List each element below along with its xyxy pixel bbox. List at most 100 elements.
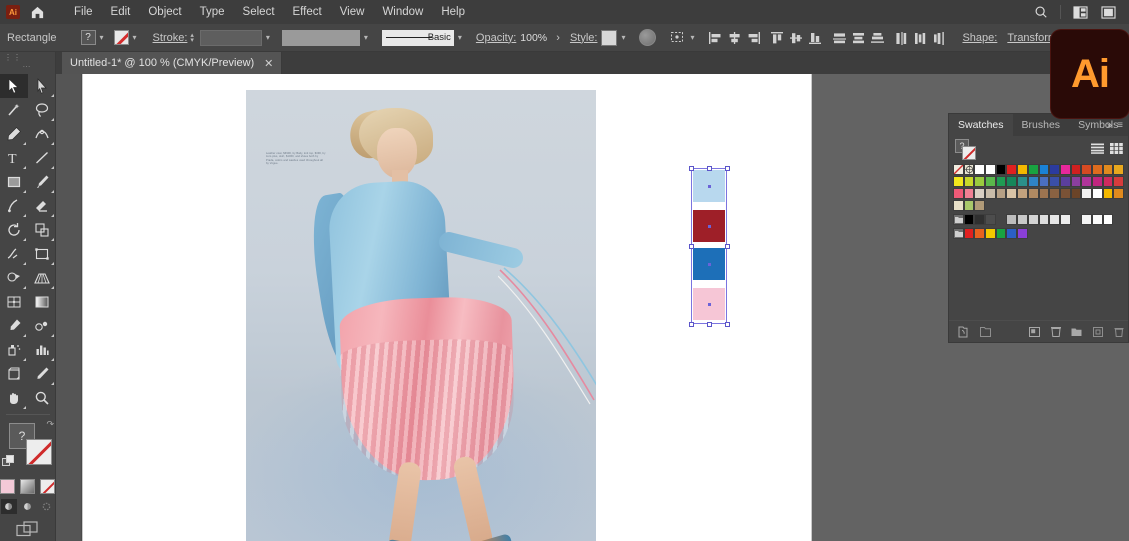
- shape-builder-tool[interactable]: [0, 266, 28, 290]
- dash-chevron-down-icon[interactable]: ▾: [360, 30, 372, 46]
- workspace-switcher-icon[interactable]: [1067, 0, 1093, 24]
- align-right-icon[interactable]: [744, 28, 762, 48]
- selection-handle-bottom-center[interactable]: [707, 322, 712, 327]
- eraser-tool[interactable]: [28, 194, 56, 218]
- draw-inside-icon[interactable]: [39, 499, 55, 514]
- selection-tool[interactable]: [0, 74, 28, 98]
- stroke-color-swatch[interactable]: [113, 30, 129, 45]
- distribute-center-horizontal-icon[interactable]: [911, 28, 929, 48]
- swatch-cyan-blue[interactable]: [1038, 164, 1050, 175]
- swatch-sky-blue[interactable]: [1027, 176, 1039, 187]
- swatches-grid[interactable]: [949, 162, 1128, 239]
- swatch-tan[interactable]: [1017, 188, 1028, 199]
- stroke-weight-input[interactable]: [199, 29, 262, 46]
- stroke-dropdown-chevron-down-icon[interactable]: ▾: [129, 30, 141, 46]
- panel-stroke-swatch[interactable]: [962, 146, 976, 160]
- opacity-input[interactable]: 100%: [516, 32, 556, 44]
- swatch-violet[interactable]: [1059, 176, 1071, 187]
- mesh-tool[interactable]: [0, 290, 28, 314]
- fill-color-swatch[interactable]: ?: [80, 30, 96, 45]
- swatch-orange[interactable]: [1091, 164, 1103, 175]
- swatch-pink[interactable]: [963, 188, 975, 199]
- swap-fill-stroke-icon[interactable]: ↷: [46, 419, 54, 430]
- swatch-indigo[interactable]: [1049, 176, 1060, 187]
- distribute-top-icon[interactable]: [830, 28, 848, 48]
- tools-panel-grip[interactable]: ⋮⋮: [0, 52, 55, 62]
- home-icon[interactable]: [30, 5, 45, 20]
- select-similar-chevron-down-icon[interactable]: ▾: [686, 30, 698, 46]
- stroke-profile-selector[interactable]: Basic: [381, 29, 454, 46]
- swatch-registration[interactable]: [963, 164, 975, 175]
- swatch-green-2[interactable]: [995, 176, 1007, 187]
- swatch-bright-green[interactable]: [995, 228, 1007, 239]
- menu-file[interactable]: File: [65, 0, 102, 24]
- selection-handle-top-center[interactable]: [707, 166, 712, 171]
- duplicate-swatch-icon[interactable]: [1088, 323, 1107, 341]
- magic-wand-tool[interactable]: [0, 98, 28, 122]
- swatch-rose[interactable]: [1102, 176, 1114, 187]
- swatch-cream[interactable]: [1006, 188, 1018, 199]
- selected-rectangles-group[interactable]: [689, 166, 730, 327]
- swatch-bright-orange[interactable]: [974, 228, 986, 239]
- swatch-gray-70[interactable]: [1006, 214, 1018, 225]
- tab-swatches[interactable]: Swatches: [949, 114, 1013, 136]
- menu-help[interactable]: Help: [432, 0, 474, 24]
- swatch-bright-red[interactable]: [963, 228, 975, 239]
- swatch-teal-green[interactable]: [1006, 176, 1018, 187]
- color-group-grayscale-icon[interactable]: [953, 214, 964, 225]
- rectangle-tool[interactable]: [0, 170, 28, 194]
- swatch-chocolate[interactable]: [1070, 188, 1082, 199]
- search-icon[interactable]: [1028, 0, 1054, 24]
- align-top-icon[interactable]: [768, 28, 786, 48]
- expand-panels-icon[interactable]: »: [1107, 120, 1113, 131]
- grid-view-icon[interactable]: [1109, 141, 1124, 155]
- swatch-gray-80[interactable]: [1027, 214, 1039, 225]
- swatch-gray-10[interactable]: [974, 214, 986, 225]
- panel-menu-icon[interactable]: ≡: [1117, 120, 1123, 131]
- shape-label[interactable]: Shape:: [962, 32, 997, 44]
- swatch-beige[interactable]: [985, 188, 996, 199]
- distribute-right-icon[interactable]: [930, 28, 948, 48]
- swatch-taupe[interactable]: [995, 188, 1007, 199]
- artboard[interactable]: Leather coat, $6900, by Baily, knit top,…: [83, 74, 811, 541]
- slice-tool[interactable]: [28, 362, 56, 386]
- select-similar-objects-icon[interactable]: [668, 28, 686, 48]
- swatch-magenta[interactable]: [1059, 164, 1071, 175]
- swatch-orange-3[interactable]: [1113, 188, 1124, 199]
- list-view-icon[interactable]: [1090, 141, 1105, 155]
- transform-button[interactable]: Transform: [1007, 32, 1057, 44]
- selection-handle-top-right[interactable]: [725, 166, 730, 171]
- swatch-navy[interactable]: [1049, 164, 1060, 175]
- swatch-gray-95[interactable]: [1081, 214, 1092, 225]
- change-screen-mode-icon[interactable]: [0, 521, 55, 540]
- menu-effect[interactable]: Effect: [284, 0, 331, 24]
- swatch-pattern-green[interactable]: [963, 200, 975, 211]
- swatch-gray-75[interactable]: [1017, 214, 1028, 225]
- menu-select[interactable]: Select: [234, 0, 284, 24]
- menu-edit[interactable]: Edit: [102, 0, 140, 24]
- app-logo-icon[interactable]: Ai: [6, 5, 20, 19]
- swatch-bright-yellow[interactable]: [985, 228, 996, 239]
- swatch-gray-98[interactable]: [1091, 214, 1103, 225]
- show-swatch-kinds-icon[interactable]: [976, 323, 995, 341]
- opacity-expand-button[interactable]: ›: [556, 32, 560, 44]
- swatch-lemon[interactable]: [953, 176, 964, 187]
- panel-fill-stroke-indicator[interactable]: ?: [955, 139, 977, 160]
- selection-handle-bottom-right[interactable]: [725, 322, 730, 327]
- eyedropper-tool[interactable]: [0, 314, 28, 338]
- shaper-tool[interactable]: [0, 194, 28, 218]
- swatch-bright-blue[interactable]: [1006, 228, 1018, 239]
- stroke-weight-chevron-down-icon[interactable]: ▾: [262, 30, 274, 46]
- swatch-pattern-light[interactable]: [953, 200, 964, 211]
- distribute-bottom-icon[interactable]: [868, 28, 886, 48]
- dash-pattern-input[interactable]: [281, 29, 360, 46]
- swatch-white-3[interactable]: [1091, 188, 1103, 199]
- line-segment-tool[interactable]: [28, 146, 56, 170]
- none-fill-icon[interactable]: [40, 479, 55, 494]
- swatch-teal[interactable]: [1017, 176, 1028, 187]
- scale-tool[interactable]: [28, 218, 56, 242]
- swatch-red-orange[interactable]: [1081, 164, 1092, 175]
- zoom-tool[interactable]: [28, 386, 56, 410]
- swatch-gray-0[interactable]: [963, 214, 975, 225]
- gradient-fill-icon[interactable]: [20, 479, 35, 494]
